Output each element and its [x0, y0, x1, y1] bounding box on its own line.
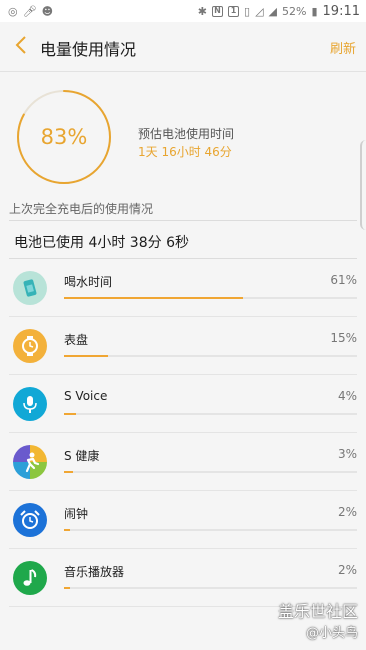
section-divider	[9, 220, 357, 221]
page-title: 电量使用情况	[40, 40, 137, 59]
usage-total: 电池已使用 4小时 38分 6秒	[14, 235, 189, 251]
app-percent: 2%	[337, 563, 357, 577]
watch-face-icon	[13, 329, 47, 363]
signal-icon: ◢	[268, 4, 278, 18]
clock-time: 19:11	[322, 3, 360, 19]
app-header: 电量使用情况 刷新	[0, 22, 366, 72]
status-right-icons: ✱ N 1 ▯ ◿ ◢ 52% ▮ 19:11	[198, 4, 360, 19]
watermark-community: 盖乐世社区	[277, 602, 358, 621]
battery-summary: 83% 预估电池使用时间 1天 16小时 46分	[0, 73, 366, 200]
usage-bar-track	[64, 471, 357, 473]
usage-bar-fill	[64, 529, 70, 531]
face-icon: ☻	[41, 4, 54, 18]
app-row-s-health[interactable]: S 健康 3%	[9, 433, 357, 491]
vibrate-icon: ▯	[244, 4, 251, 18]
status-left-icons: ◎ 🎤︎ ☻	[8, 6, 53, 17]
usage-bar-track	[64, 297, 357, 299]
app-name: 表盘	[64, 333, 89, 347]
water-app-icon	[13, 271, 47, 305]
estimate-label: 预估电池使用时间	[138, 127, 235, 141]
app-name: 音乐播放器	[64, 565, 125, 579]
usage-bar-fill	[64, 413, 76, 415]
usage-bar-track	[64, 413, 357, 415]
bluetooth-icon: ✱	[197, 4, 208, 18]
refresh-button[interactable]: 刷新	[330, 38, 356, 57]
wifi-icon: ◿	[255, 4, 264, 18]
app-percent: 61%	[330, 273, 357, 287]
usage-bar-fill	[64, 297, 243, 299]
s-health-icon	[13, 445, 47, 479]
microphone-icon	[13, 387, 47, 421]
app-name: 喝水时间	[64, 275, 113, 289]
usage-bar-fill	[64, 471, 73, 473]
usage-bar-track	[64, 587, 357, 589]
app-percent: 15%	[330, 331, 357, 345]
app-row-watch-face[interactable]: 表盘 15%	[9, 317, 357, 375]
microphone-status-icon: 🎤︎	[22, 4, 37, 18]
usage-bar-fill	[64, 587, 70, 589]
back-arrow-icon[interactable]	[10, 34, 32, 60]
battery-level-text: 83%	[40, 125, 88, 149]
target-icon: ◎	[8, 4, 18, 18]
notification-count-icon: 1	[228, 5, 240, 17]
app-percent: 4%	[337, 389, 357, 403]
app-percent: 3%	[337, 447, 357, 461]
usage-bar-track	[64, 529, 357, 531]
usage-bar-fill	[64, 355, 108, 357]
status-bar: ◎ 🎤︎ ☻ ✱ N 1 ▯ ◿ ◢ 52% ▮ 19:11	[0, 0, 366, 22]
app-name: 闹钟	[64, 507, 89, 521]
edge-panel-handle[interactable]	[360, 140, 366, 230]
battery-icon: ▮	[311, 4, 318, 18]
app-row-water[interactable]: 喝水时间 61%	[9, 259, 357, 317]
alarm-clock-icon	[13, 503, 47, 537]
app-name: S 健康	[64, 449, 100, 463]
app-name: S Voice	[64, 389, 108, 403]
music-note-icon	[13, 561, 47, 595]
estimate-value: 1天 16小时 46分	[138, 145, 232, 159]
section-label: 上次完全充电后的使用情况	[9, 202, 154, 216]
app-usage-list: 喝水时间 61% 表盘 15% S Voice 4% S 健康 3% 闹钟 2%	[0, 259, 366, 607]
nfc-icon: N	[212, 5, 224, 17]
app-row-s-voice[interactable]: S Voice 4%	[9, 375, 357, 433]
app-row-alarm[interactable]: 闹钟 2%	[9, 491, 357, 549]
usage-bar-track	[64, 355, 357, 357]
app-percent: 2%	[337, 505, 357, 519]
battery-percent: 52%	[282, 4, 307, 18]
watermark-author: @小头鸟	[305, 626, 358, 641]
